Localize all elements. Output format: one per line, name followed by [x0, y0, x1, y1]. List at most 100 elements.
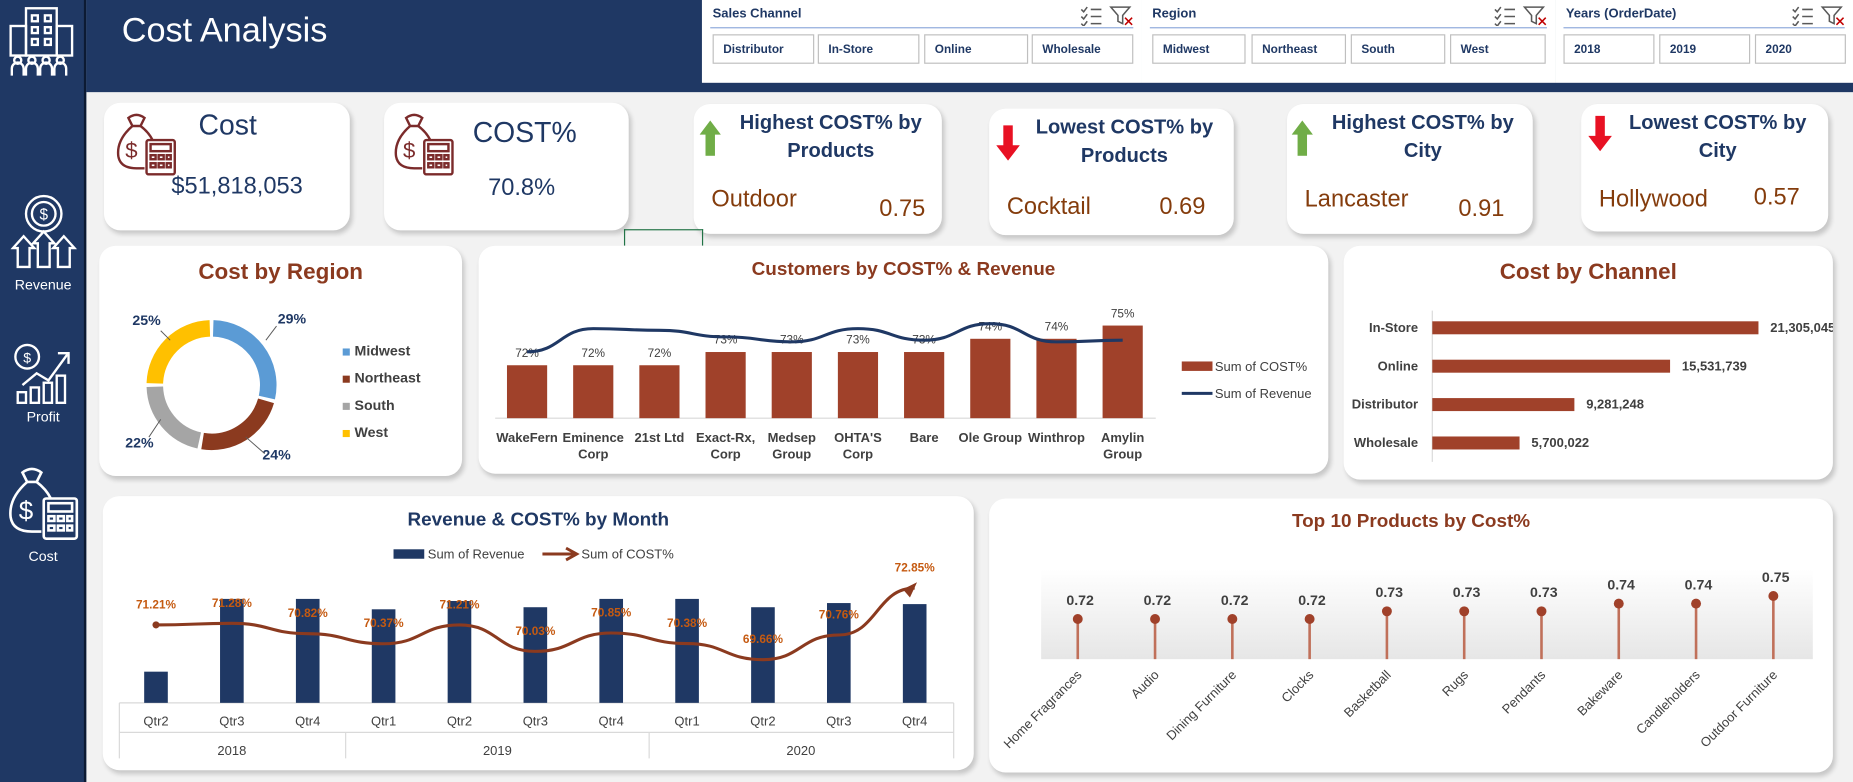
- multi-select-icon[interactable]: [1792, 6, 1813, 26]
- y-tick-label: Distributor: [1352, 397, 1418, 412]
- bar: [639, 365, 680, 419]
- revenue-icon: $: [10, 194, 77, 269]
- slicer-option-2019[interactable]: 2019: [1659, 34, 1751, 64]
- multi-select-icon[interactable]: [1080, 6, 1102, 26]
- donut-slice: [146, 386, 202, 449]
- data-label: 70.03%: [515, 624, 556, 638]
- sidebar-item-profit[interactable]: $ Profit: [0, 343, 86, 425]
- clear-filter-icon[interactable]: [1109, 6, 1133, 26]
- slicer-title: Region: [1152, 7, 1197, 22]
- x-tick-label: OHTA'S Corp: [834, 430, 882, 462]
- slicer-option-online[interactable]: Online: [924, 34, 1029, 64]
- legend-label: West: [355, 425, 389, 441]
- donut-slice: [212, 320, 277, 400]
- slicer-option-in-store[interactable]: In-Store: [817, 34, 920, 64]
- slicer-option-midwest[interactable]: Midwest: [1152, 34, 1246, 64]
- data-label: 0.73: [1453, 585, 1481, 601]
- data-label: 69.66%: [743, 632, 784, 646]
- sidebar-item-revenue[interactable]: $ Revenue: [0, 194, 86, 293]
- selected-cell-outline: [623, 229, 704, 246]
- data-label: 22%: [125, 436, 154, 452]
- bar: [902, 604, 927, 703]
- donut-slice: [146, 320, 211, 385]
- highlight-value: 0.69: [1159, 193, 1206, 220]
- bar: [1432, 359, 1671, 373]
- x-tick-label: Ole Group: [959, 430, 1023, 445]
- lollipop-dot: [1150, 614, 1161, 624]
- slicer-title: Sales Channel: [712, 7, 802, 22]
- x-tick-label: Qtr4: [295, 713, 320, 728]
- data-label: 70.82%: [288, 606, 329, 620]
- lollipop-dot: [1304, 614, 1315, 624]
- data-label: 72%: [581, 346, 605, 360]
- legend-label: Sum of COST%: [581, 547, 674, 562]
- highlight-card-lowest-city: Lowest COST% by City Hollywood 0.57: [1581, 103, 1829, 232]
- lollipop-dot: [1536, 606, 1547, 617]
- data-label: 0.73: [1375, 585, 1403, 601]
- slicer-option-northeast[interactable]: Northeast: [1251, 34, 1347, 64]
- highlight-value: 0.75: [879, 196, 926, 223]
- slicer-option-south[interactable]: South: [1350, 34, 1446, 64]
- arrow-up-icon: [1291, 120, 1313, 156]
- highlight-title: Lowest COST% by City: [1628, 111, 1807, 162]
- data-label: 0.72: [1066, 593, 1094, 609]
- x-tick-label: Qtr3: [523, 713, 548, 728]
- x-tick-label: Qtr2: [447, 713, 472, 728]
- data-label: 15,531,739: [1682, 358, 1747, 373]
- legend-label: Northeast: [355, 371, 421, 387]
- y-tick-label: Online: [1378, 358, 1418, 373]
- slicer-option-west[interactable]: West: [1450, 34, 1546, 64]
- svg-text:$: $: [18, 496, 33, 526]
- bar: [144, 671, 168, 703]
- bar: [705, 352, 746, 419]
- chart-card-top10-products: Top 10 Products by Cost% 0.72 Home Fragra…: [989, 498, 1833, 773]
- line-series: [527, 322, 1123, 354]
- bar: [447, 600, 472, 703]
- data-label: 0.74: [1685, 577, 1713, 593]
- data-label: 25%: [132, 313, 161, 329]
- arrow-down-icon: [996, 125, 1020, 161]
- data-label: 74%: [1045, 320, 1069, 334]
- highlight-name: Cocktail: [1006, 193, 1091, 220]
- bar: [970, 338, 1011, 419]
- bar: [1432, 436, 1520, 450]
- data-label: 24%: [262, 448, 291, 464]
- x-group-label: 2019: [483, 743, 512, 758]
- data-label: 71.21%: [439, 597, 480, 611]
- slicer-option-2018[interactable]: 2018: [1563, 34, 1655, 64]
- bar: [1432, 398, 1575, 412]
- clear-filter-icon[interactable]: [1522, 6, 1547, 26]
- highlight-value: 0.91: [1458, 196, 1505, 223]
- bar: [1036, 338, 1077, 419]
- x-tick-label: 21st Ltd: [635, 430, 685, 445]
- dashboard: $ Revenue $ Profit $ Cost Cost Analysis …: [0, 0, 1853, 782]
- highlight-title: Highest COST% by City: [1331, 111, 1514, 162]
- slicer-option-distributor[interactable]: Distributor: [712, 34, 815, 64]
- x-tick-label: Clocks: [1278, 667, 1317, 706]
- leader-line: [148, 419, 162, 438]
- x-tick-label: Audio: [1128, 667, 1162, 701]
- data-label: 71.28%: [212, 596, 253, 610]
- legend-swatch: [1181, 361, 1213, 371]
- svg-text:$: $: [23, 351, 31, 367]
- x-tick-label: Rugs: [1439, 667, 1471, 699]
- svg-text:$: $: [39, 207, 48, 224]
- multi-select-icon[interactable]: [1494, 6, 1516, 26]
- slicer-option-wholesale[interactable]: Wholesale: [1031, 34, 1134, 64]
- sidebar-item-cost[interactable]: $ Cost: [0, 463, 86, 565]
- donut-slice: [201, 398, 274, 450]
- slicer-option-2020[interactable]: 2020: [1754, 34, 1846, 64]
- profit-icon: $: [13, 343, 70, 404]
- x-tick-label: Candleholders: [1633, 667, 1703, 737]
- legend-swatch: [342, 402, 350, 410]
- kpi-label: Cost: [198, 109, 257, 142]
- leader-line: [245, 436, 266, 454]
- lollipop-chart-products: 0.72 Home Fragrances 0.72 Audio 0.72 Dining F…: [1001, 569, 1813, 751]
- data-label: 75%: [1111, 306, 1135, 320]
- money-bag-calculator-icon: $: [116, 113, 176, 176]
- highlight-value: 0.57: [1753, 184, 1800, 211]
- bar: [1432, 321, 1759, 335]
- slicer-region: Region Midwest Northeast South West: [1141, 0, 1556, 83]
- clear-filter-icon[interactable]: [1820, 6, 1845, 26]
- kpi-card-cost-pct: $ COST% 70.8%: [384, 102, 629, 231]
